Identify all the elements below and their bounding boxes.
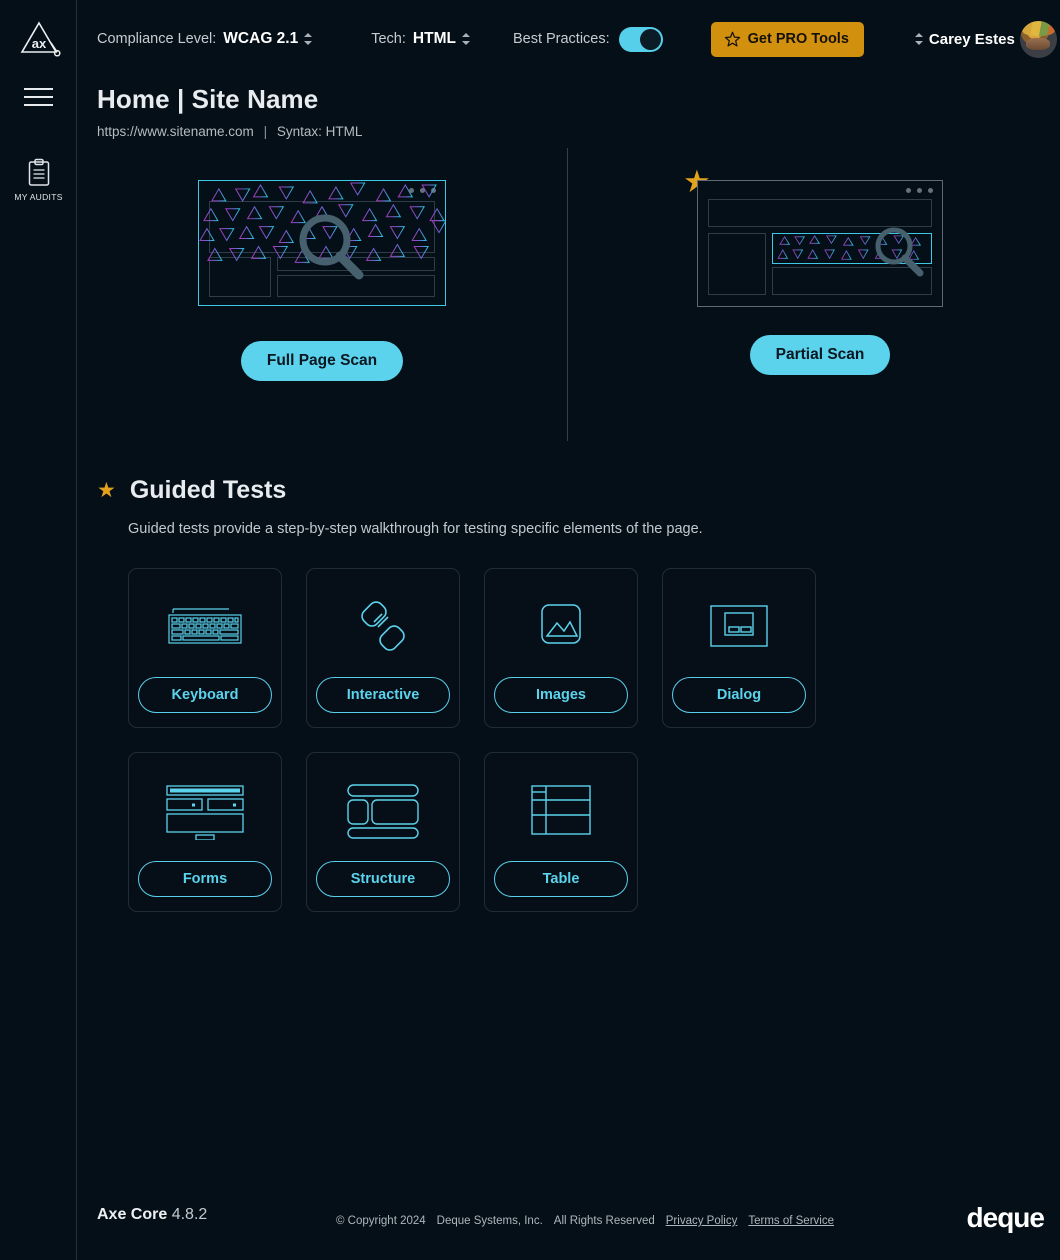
hamburger-icon-line <box>24 88 53 90</box>
page-syntax: Syntax: HTML <box>276 124 363 139</box>
keyboard-icon <box>165 595 245 657</box>
full-page-scan-illustration <box>198 180 446 306</box>
clipboard-icon <box>28 158 49 186</box>
compliance-level-label: Compliance Level: <box>97 31 217 47</box>
triangle-pattern <box>777 235 922 260</box>
page-url: https://www.sitename.com <box>97 124 254 139</box>
hamburger-icon-line <box>24 96 53 98</box>
guided-test-card-images[interactable]: Images <box>484 568 638 728</box>
wireframe-block <box>209 201 435 253</box>
page-header: Home | Site Name https://www.sitename.co… <box>97 84 362 139</box>
link-chain-icon <box>354 595 412 657</box>
wireframe-block <box>772 267 932 295</box>
app-root: ax MY AUDITS Compliance Level: WCAG 2.1 … <box>0 0 1060 1260</box>
partial-scan-highlight-region <box>772 233 932 264</box>
user-menu[interactable]: Carey Estes <box>909 20 1057 58</box>
deque-logo: deque <box>966 1202 1045 1233</box>
company-name: Deque Systems, Inc. <box>436 1215 543 1227</box>
tech-selector[interactable]: Tech: HTML <box>371 30 471 48</box>
chevron-updown-icon <box>304 32 313 46</box>
best-practices-control: Best Practices: <box>512 26 663 52</box>
guided-test-button-structure[interactable]: Structure <box>316 861 450 897</box>
guided-tests-description: Guided tests provide a step-by-step walk… <box>128 521 703 537</box>
sidebar-item-my-audits[interactable]: MY AUDITS <box>0 158 77 202</box>
get-pro-tools-label: Get PRO Tools <box>747 31 849 47</box>
engine-version: 4.8.2 <box>171 1206 208 1223</box>
guided-test-button-table[interactable]: Table <box>494 861 628 897</box>
get-pro-tools-button[interactable]: Get PRO Tools <box>710 21 864 57</box>
partial-scan-section: ★ <box>672 166 968 375</box>
chevron-updown-icon <box>461 32 471 46</box>
hamburger-menu-button[interactable] <box>0 88 77 106</box>
guided-test-card-structure[interactable]: Structure <box>306 752 460 912</box>
sidebar-item-label: MY AUDITS <box>14 192 63 202</box>
best-practices-label: Best Practices: <box>512 31 610 47</box>
guided-test-card-table[interactable]: Table <box>484 752 638 912</box>
axe-logo-icon: ax <box>20 21 61 57</box>
guided-test-card-keyboard[interactable]: Keyboard <box>128 568 282 728</box>
guided-test-card-dialog[interactable]: Dialog <box>662 568 816 728</box>
tech-value: HTML <box>412 30 456 47</box>
compliance-level-value: WCAG 2.1 <box>223 30 299 47</box>
wireframe-block <box>708 199 932 227</box>
guided-tests-card-grid: Keyboard Interactive Images Dialog Forms… <box>128 568 868 912</box>
dialog-icon <box>706 595 772 657</box>
rights-text: All Rights Reserved <box>553 1215 655 1227</box>
wireframe-block <box>209 257 271 297</box>
engine-version-label: Axe Core 4.8.2 <box>97 1206 207 1224</box>
tech-label: Tech: <box>371 31 406 47</box>
hamburger-icon-line <box>24 104 53 106</box>
wireframe-block <box>277 257 435 271</box>
guided-test-button-images[interactable]: Images <box>494 677 628 713</box>
page-subtitle: https://www.sitename.com | Syntax: HTML <box>97 124 362 139</box>
avatar-detail <box>1022 21 1055 37</box>
top-toolbar: Compliance Level: WCAG 2.1 Tech: HTML Be… <box>77 0 1060 78</box>
scan-section-divider <box>567 148 568 441</box>
layout-icon <box>344 779 422 841</box>
user-name-label: Carey Estes <box>928 30 1015 48</box>
footer-legal: © Copyright 2024 Deque Systems, Inc. All… <box>336 1215 834 1227</box>
best-practices-toggle[interactable] <box>618 26 663 52</box>
guided-test-button-keyboard[interactable]: Keyboard <box>138 677 272 713</box>
guided-test-card-forms[interactable]: Forms <box>128 752 282 912</box>
guided-tests-title: Guided Tests <box>129 476 287 504</box>
table-icon <box>528 779 594 841</box>
svg-text:ax: ax <box>31 36 46 51</box>
compliance-level-selector[interactable]: Compliance Level: WCAG 2.1 <box>97 30 313 48</box>
chevron-updown-icon <box>914 32 924 46</box>
sidebar: ax MY AUDITS <box>0 0 77 1260</box>
guided-test-button-dialog[interactable]: Dialog <box>672 677 806 713</box>
avatar <box>1019 20 1057 58</box>
browser-frame-partial <box>697 180 943 307</box>
full-page-scan-section: Full Page Scan <box>175 180 469 381</box>
axe-logo[interactable]: ax <box>0 18 77 62</box>
form-icon <box>163 779 247 841</box>
subtitle-separator: | <box>263 124 268 139</box>
engine-name: Axe Core <box>97 1206 168 1223</box>
guided-test-button-interactive[interactable]: Interactive <box>316 677 450 713</box>
footer: Axe Core 4.8.2 © Copyright 2024 Deque Sy… <box>77 1188 1060 1260</box>
guided-tests-header: ★ Guided Tests <box>97 476 286 505</box>
window-dots <box>409 188 436 193</box>
copyright-text: © Copyright 2024 <box>336 1215 426 1227</box>
full-page-scan-button[interactable]: Full Page Scan <box>240 341 404 381</box>
toggle-knob <box>639 28 661 50</box>
guided-test-card-interactive[interactable]: Interactive <box>306 568 460 728</box>
partial-scan-illustration: ★ <box>683 166 943 307</box>
star-filled-icon: ★ <box>97 479 116 502</box>
guided-test-button-forms[interactable]: Forms <box>138 861 272 897</box>
partial-scan-button[interactable]: Partial Scan <box>749 335 891 375</box>
browser-frame-full <box>198 180 446 306</box>
page-title: Home | Site Name <box>97 84 319 114</box>
window-dots <box>906 188 933 193</box>
image-icon <box>533 595 589 657</box>
star-outline-icon <box>724 31 740 47</box>
privacy-policy-link[interactable]: Privacy Policy <box>666 1215 738 1227</box>
terms-of-service-link[interactable]: Terms of Service <box>748 1215 834 1227</box>
wireframe-block <box>708 233 766 295</box>
wireframe-block <box>277 275 435 297</box>
